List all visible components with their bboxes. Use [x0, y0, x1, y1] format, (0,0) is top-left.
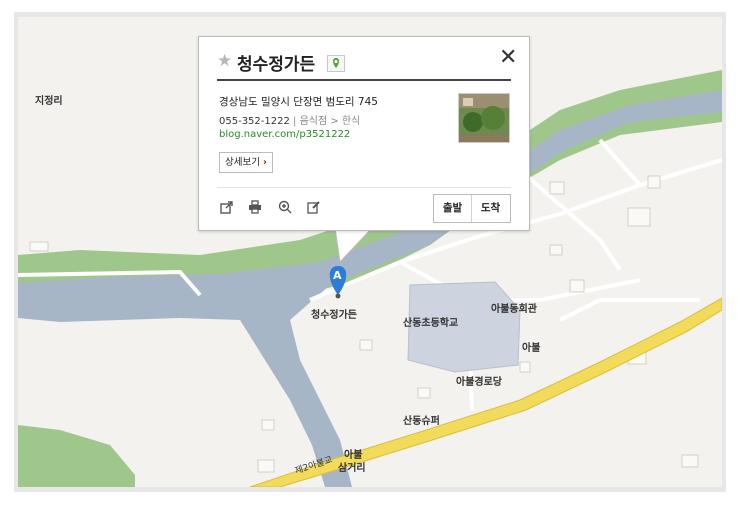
close-icon[interactable]: ✕: [499, 45, 517, 70]
detail-view-button[interactable]: 상세보기 ›: [219, 152, 273, 173]
address-text: 경상남도 밀양시 단장면 범도리 745: [219, 96, 378, 108]
label-school[interactable]: 산동초등학교: [403, 314, 458, 329]
arrive-button[interactable]: 도착: [472, 195, 509, 222]
label-village: 지정리: [35, 96, 63, 107]
category-text: 음식점 > 한식: [299, 116, 361, 127]
depart-button[interactable]: 출발: [434, 195, 472, 222]
marker-letter: A: [333, 269, 342, 282]
chevron-right-icon: ›: [263, 157, 267, 168]
route-buttons: 출발 도착: [433, 194, 511, 223]
map-pin-icon[interactable]: [327, 55, 345, 72]
phone-number: 055-352-1222: [219, 116, 290, 127]
place-info-popup: ★ 청수정가든 ✕ 경상남도 밀양시 단장면 범도리 745 055-352-1…: [198, 36, 530, 231]
label-senior-center[interactable]: 아불경로당: [456, 373, 502, 388]
edit-icon[interactable]: [307, 200, 321, 214]
favorite-star-icon[interactable]: ★: [217, 51, 232, 71]
title-divider: [217, 79, 511, 81]
label-abul: 아불: [522, 343, 541, 354]
label-junction-b: 삼거리: [338, 463, 366, 474]
blog-link[interactable]: blog.naver.com/p3521222: [219, 129, 350, 140]
label-hall[interactable]: 아불동회관: [491, 300, 537, 315]
label-restaurant[interactable]: 청수정가든: [311, 306, 357, 321]
popup-tail: [334, 228, 373, 264]
place-photo-thumbnail[interactable]: [458, 93, 510, 143]
zoom-in-icon[interactable]: [278, 200, 292, 214]
label-supermarket[interactable]: 산동슈퍼: [403, 412, 440, 427]
action-divider: [217, 187, 511, 188]
share-icon[interactable]: [220, 200, 234, 214]
phone-line: 055-352-1222 | 음식점 > 한식: [219, 116, 361, 127]
print-icon[interactable]: [248, 200, 262, 214]
popup-title: 청수정가든: [237, 55, 316, 75]
